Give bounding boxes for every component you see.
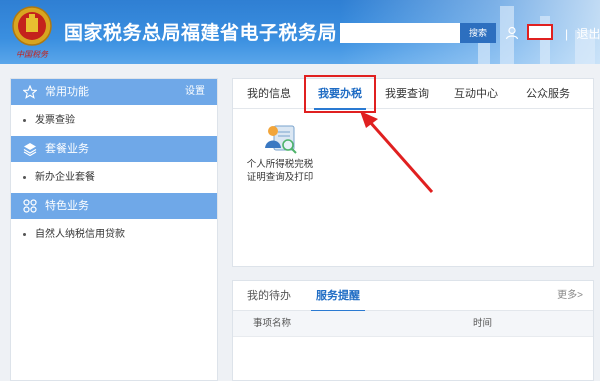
- search-button[interactable]: 搜索: [460, 23, 496, 43]
- tab-my-todo[interactable]: 我的待办: [239, 281, 299, 311]
- site-title: 国家税务总局福建省电子税务局: [64, 23, 338, 44]
- tab-interaction[interactable]: 互动中心: [445, 79, 507, 109]
- tab-service-reminder[interactable]: 服务提醒: [305, 281, 371, 312]
- more-link[interactable]: 更多>: [557, 281, 583, 311]
- reminder-panel: 我的待办 服务提醒 更多> 事项名称 时间: [232, 280, 594, 381]
- sidebar-item-label: 发票查验: [35, 115, 75, 126]
- logout-link[interactable]: 退出: [576, 27, 600, 41]
- logout-separator: |: [565, 27, 569, 41]
- sidebar-section-header-package[interactable]: 套餐业务: [11, 136, 217, 162]
- sidebar-item-invoice-check[interactable]: 发票查验: [11, 105, 217, 136]
- sidebar-section-header-common[interactable]: 常用功能 设置: [11, 79, 217, 105]
- bullet-icon: [23, 232, 26, 236]
- tab-tax-handling[interactable]: 我要办税: [308, 79, 372, 110]
- site-header: 中国税务 国家税务总局福建省电子税务局 搜索 | 退出: [0, 0, 600, 64]
- service-label-line: 证明查询及打印: [246, 172, 314, 183]
- sidebar-item-label: 自然人纳税信用贷款: [35, 229, 125, 240]
- search-input[interactable]: [340, 23, 460, 43]
- user-icon[interactable]: [505, 26, 519, 40]
- svg-text:中国税务: 中国税务: [16, 50, 49, 59]
- sidebar-item-credit-loan[interactable]: 自然人纳税信用贷款: [11, 219, 217, 250]
- sidebar-item-label: 新办企业套餐: [35, 172, 95, 183]
- tax-certificate-icon[interactable]: [264, 120, 298, 154]
- sidebar-section-title: 套餐业务: [45, 143, 89, 155]
- table-header: 事项名称 时间: [233, 311, 593, 337]
- sidebar-section-title: 常用功能: [45, 86, 89, 98]
- sidebar-section-title: 特色业务: [45, 200, 89, 212]
- bullet-icon: [23, 118, 26, 122]
- tab-query[interactable]: 我要查询: [378, 79, 436, 109]
- main-tabs: 我的信息 我要办税 我要查询 互动中心 公众服务: [233, 75, 593, 113]
- username-redacted-box[interactable]: [527, 24, 553, 40]
- column-header-item: 事项名称: [253, 318, 292, 329]
- service-label-line: 个人所得税完税: [246, 159, 314, 170]
- tax-emblem-logo: 中国税务: [12, 6, 52, 59]
- sidebar: 常用功能 设置 发票查验 套餐业务 新办企业套餐 特色业务 自然人纳税信用贷款: [10, 78, 218, 381]
- tab-my-info[interactable]: 我的信息: [239, 79, 299, 109]
- logout-area: | 退出: [565, 25, 600, 42]
- settings-link[interactable]: 设置: [185, 79, 205, 105]
- reminder-tabs: 我的待办 服务提醒 更多>: [233, 281, 593, 312]
- column-header-time: 时间: [473, 318, 493, 329]
- tab-public-service[interactable]: 公众服务: [517, 79, 579, 109]
- layers-icon: [23, 143, 37, 156]
- grid-icon: [23, 199, 37, 213]
- sidebar-section-header-featured[interactable]: 特色业务: [11, 193, 217, 219]
- sidebar-item-new-enterprise[interactable]: 新办企业套餐: [11, 162, 217, 193]
- service-tile-label[interactable]: 个人所得税完税 证明查询及打印: [244, 158, 316, 184]
- star-icon: [23, 85, 37, 99]
- bullet-icon: [23, 175, 26, 179]
